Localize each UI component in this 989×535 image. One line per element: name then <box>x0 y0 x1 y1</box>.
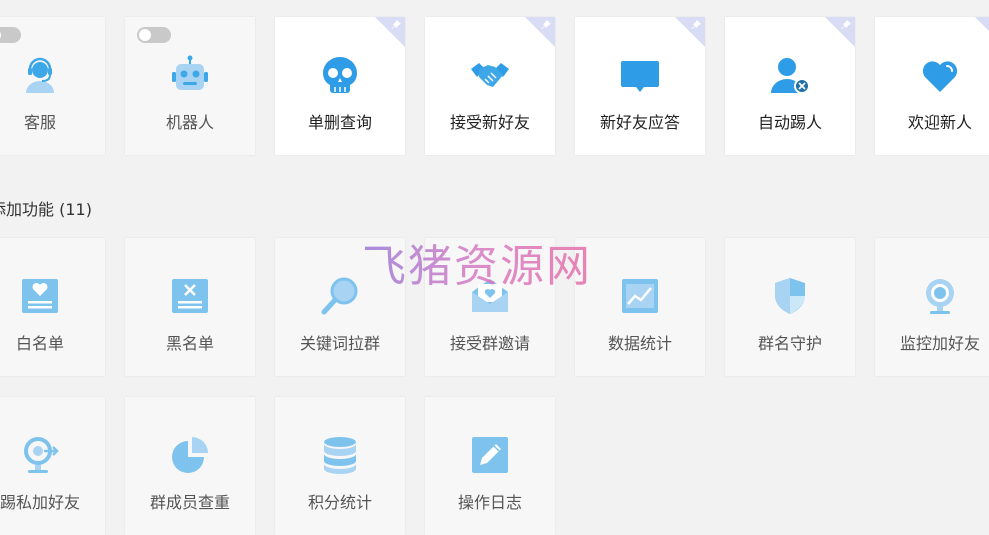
feature-label: 接受群邀请 <box>449 334 530 353</box>
pin-corner <box>975 17 989 47</box>
robot-icon <box>170 55 210 95</box>
feature-card-whitelist[interactable]: 白名单 <box>0 238 105 376</box>
feature-label: 自动踢人 <box>757 113 822 132</box>
customer-service-icon <box>20 55 60 95</box>
feature-card-accept-new-friend[interactable]: 接受新好友 <box>425 17 555 155</box>
feature-label: 单删查询 <box>307 113 372 132</box>
handshake-icon <box>470 55 510 95</box>
feature-card-blacklist[interactable]: 黑名单 <box>125 238 255 376</box>
toggle-knob <box>0 29 1 41</box>
feature-label: 接受新好友 <box>449 113 530 132</box>
feature-card-points-stats[interactable]: 积分统计 <box>275 397 405 535</box>
feature-card-robot[interactable]: 机器人 <box>125 17 255 155</box>
mail-heart-icon <box>470 276 510 316</box>
feature-label: 客服 <box>23 113 56 132</box>
feature-card-data-stats[interactable]: 数据统计 <box>575 238 705 376</box>
feature-label: 黑名单 <box>165 334 214 353</box>
feature-label: 白名单 <box>15 334 64 353</box>
whitelist-icon <box>20 276 60 316</box>
feature-toggle[interactable] <box>0 27 21 43</box>
pin-icon[interactable] <box>540 19 552 31</box>
toggle-knob <box>139 29 151 41</box>
pin-icon[interactable] <box>390 19 402 31</box>
chat-bubble-icon <box>620 55 660 95</box>
edit-document-icon <box>470 435 510 475</box>
feature-label: 操作日志 <box>457 493 522 512</box>
feature-card-operation-log[interactable]: 操作日志 <box>425 397 555 535</box>
blacklist-icon <box>170 276 210 316</box>
pin-icon[interactable] <box>840 19 852 31</box>
feature-label: 积分统计 <box>307 493 372 512</box>
user-remove-icon <box>770 55 810 95</box>
magnifier-icon <box>320 276 360 316</box>
feature-card-accept-group-invite[interactable]: 接受群邀请 <box>425 238 555 376</box>
section-title: 添加功能 (11) <box>0 200 92 219</box>
feature-toggle[interactable] <box>137 27 171 43</box>
feature-card-kick-private-add[interactable]: 踢私加好友 <box>0 397 105 535</box>
feature-label: 群名守护 <box>757 334 822 353</box>
feature-card-member-duplicate-check[interactable]: 群成员查重 <box>125 397 255 535</box>
feature-card-auto-kick[interactable]: 自动踢人 <box>725 17 855 155</box>
feature-label: 新好友应答 <box>599 113 680 132</box>
feature-card-single-delete-check[interactable]: 单删查询 <box>275 17 405 155</box>
heart-icon <box>920 55 960 95</box>
feature-card-customer-service[interactable]: 客服 <box>0 17 105 155</box>
feature-label: 数据统计 <box>607 334 672 353</box>
database-icon <box>320 435 360 475</box>
feature-label: 踢私加好友 <box>0 493 80 512</box>
feature-card-new-friend-reply[interactable]: 新好友应答 <box>575 17 705 155</box>
shield-icon <box>770 276 810 316</box>
feature-card-keyword-invite[interactable]: 关键词拉群 <box>275 238 405 376</box>
skull-icon <box>320 55 360 95</box>
trend-chart-icon <box>620 276 660 316</box>
globe-arrow-icon <box>20 435 60 475</box>
feature-label: 欢迎新人 <box>907 113 972 132</box>
webcam-icon <box>920 276 960 316</box>
feature-label: 关键词拉群 <box>299 334 380 353</box>
feature-label: 机器人 <box>165 113 214 132</box>
feature-card-welcome-newcomer[interactable]: 欢迎新人 <box>875 17 989 155</box>
feature-card-monitor-add-friend[interactable]: 监控加好友 <box>875 238 989 376</box>
feature-card-group-name-guard[interactable]: 群名守护 <box>725 238 855 376</box>
feature-label: 群成员查重 <box>149 493 230 512</box>
feature-label: 监控加好友 <box>899 334 980 353</box>
pie-chart-icon <box>170 435 210 475</box>
pin-icon[interactable] <box>690 19 702 31</box>
